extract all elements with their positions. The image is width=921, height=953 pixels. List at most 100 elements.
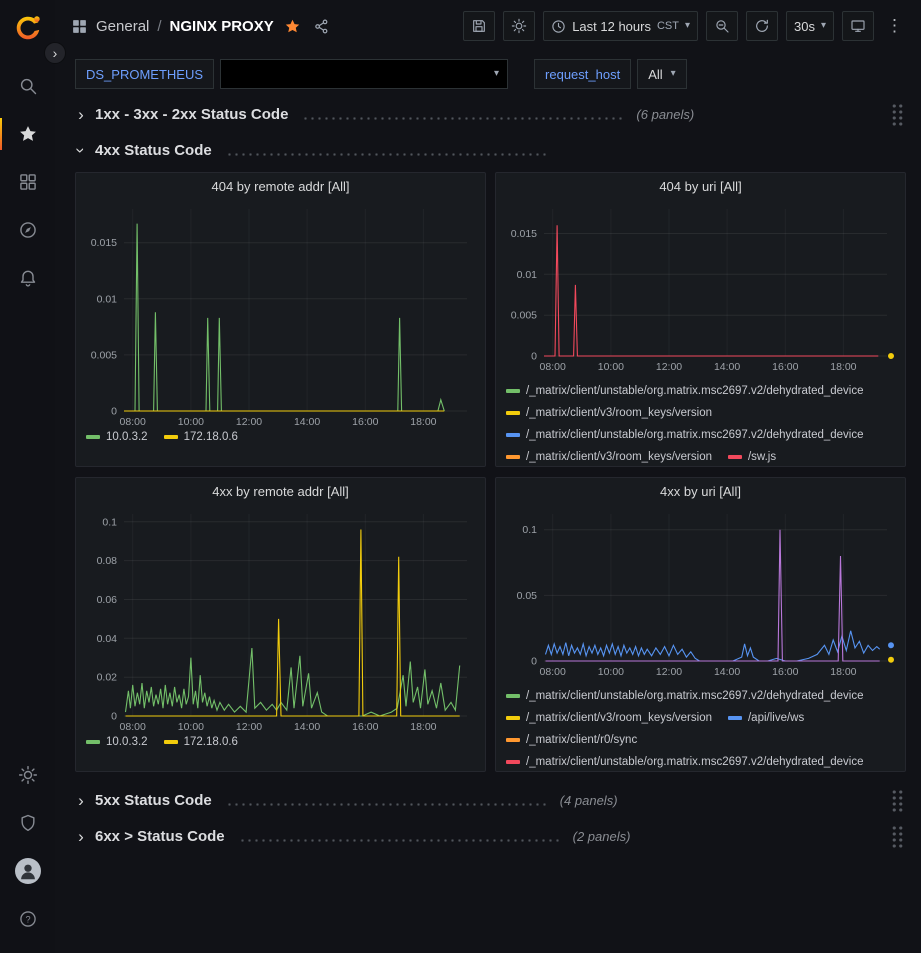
row-dotted-filler [226,803,546,806]
legend-series-marker [506,389,520,393]
legend-series-label: /_matrix/client/unstable/org.matrix.msc2… [526,380,864,402]
breadcrumb: General / NGINX PROXY [71,18,330,35]
sidebar-item-dashboards[interactable] [0,158,55,206]
favorite-star-icon[interactable] [284,18,301,35]
sidebar-item-help[interactable]: ? [0,895,55,943]
compass-icon [18,220,38,240]
chevron-right-icon: › [75,792,87,809]
legend-item[interactable]: 172.18.0.6 [164,431,238,443]
panel-title[interactable]: 4xx by uri [All] [496,478,905,506]
legend-item[interactable]: 172.18.0.6 [164,736,238,748]
row-panel-count: (4 panels) [560,793,618,808]
sidebar-item-server-admin[interactable] [0,799,55,847]
legend-item[interactable]: /_matrix/client/unstable/org.matrix.msc2… [506,751,864,771]
timezone-label: CST [657,20,679,32]
grafana-logo-icon[interactable] [8,8,48,48]
sidebar-item-search[interactable] [0,62,55,110]
legend-series-label: /_matrix/client/unstable/org.matrix.msc2… [526,751,864,771]
legend-item[interactable]: /api/live/ws [728,707,804,729]
legend-item[interactable]: /_matrix/client/unstable/org.matrix.msc2… [506,424,864,446]
row-1xx-3xx-2xx[interactable]: › 1xx - 3xx - 2xx Status Code (6 panels) [75,100,906,128]
legend-series-marker [506,760,520,764]
kiosk-mode-button[interactable] [842,11,874,41]
dashboard-settings-button[interactable] [503,11,535,41]
sidebar-item-configuration[interactable] [0,751,55,799]
svg-text:0.01: 0.01 [517,268,538,280]
legend-series-marker [506,411,520,415]
row-drag-handle[interactable] [891,789,904,812]
legend-series-marker [506,738,520,742]
legend-item[interactable]: /_matrix/client/v3/room_keys/version [506,707,712,729]
save-dashboard-button[interactable] [463,11,495,41]
refresh-interval-dropdown[interactable]: 30s ▾ [786,11,834,41]
row-drag-handle[interactable] [891,103,904,126]
topbar-actions: Last 12 hours CST ▾ 30s ▾ ⋮ [463,11,907,41]
breadcrumb-separator: / [157,18,161,35]
chevron-right-icon: › [75,828,87,845]
bell-icon [18,268,38,288]
chart-legend: 10.0.3.2 172.18.0.6 [76,734,485,748]
legend-item[interactable]: /_matrix/client/unstable/org.matrix.msc2… [506,685,864,707]
svg-text:10:00: 10:00 [178,721,204,733]
row-title: 4xx Status Code [95,142,212,159]
panel-404-by-remote-addr: 404 by remote addr [All] 08:0010:0012:00… [75,172,486,467]
breadcrumb-section[interactable]: General [96,18,149,35]
sidebar-item-alerting[interactable] [0,254,55,302]
request-host-variable-label[interactable]: request_host [534,59,631,89]
svg-text:0.01: 0.01 [97,293,118,305]
more-options-button[interactable]: ⋮ [882,16,907,36]
panel-title[interactable]: 404 by remote addr [All] [76,173,485,201]
share-icon[interactable] [313,18,330,35]
sidebar-item-starred[interactable] [0,110,55,158]
row-4xx[interactable]: › 4xx Status Code [75,136,906,164]
legend-item[interactable]: 10.0.3.2 [86,431,148,443]
legend-item[interactable]: /_matrix/client/unstable/org.matrix.msc2… [506,380,864,402]
svg-text:10:00: 10:00 [598,361,624,373]
legend-item[interactable]: /_matrix/client/v3/room_keys/version [506,402,712,424]
legend-series-marker [506,455,520,459]
refresh-button[interactable] [746,11,778,41]
timeseries-chart[interactable]: 08:0010:0012:0014:0016:0018:0000.0050.01… [504,201,897,374]
sidebar-item-profile[interactable] [0,847,55,895]
shield-icon [18,813,38,833]
dashboard-title[interactable]: NGINX PROXY [170,18,274,35]
caret-down-icon: ▾ [494,69,507,79]
timeseries-chart[interactable]: 08:0010:0012:0014:0016:0018:0000.020.040… [84,506,477,734]
svg-text:12:00: 12:00 [656,666,682,678]
sidebar-expand-button[interactable]: › [44,42,66,64]
legend-item[interactable]: /sw.js [728,446,776,466]
row-dotted-filler [239,839,559,842]
zoom-out-button[interactable] [706,11,738,41]
row-drag-handle[interactable] [891,825,904,848]
request-host-value: All [648,67,662,82]
top-navbar: General / NGINX PROXY [55,0,921,52]
sidebar-item-explore[interactable] [0,206,55,254]
legend-series-label: /_matrix/client/v3/room_keys/version [526,446,712,466]
timeseries-chart[interactable]: 08:0010:0012:0014:0016:0018:0000.050.1 [504,506,897,679]
request-host-value-select[interactable]: All ▾ [637,59,686,89]
datasource-variable-label[interactable]: DS_PROMETHEUS [75,59,214,89]
datasource-value-select[interactable]: ▾ [220,59,508,89]
row-6xx[interactable]: › 6xx > Status Code (2 panels) [75,822,906,850]
panel-title[interactable]: 4xx by remote addr [All] [76,478,485,506]
row-5xx[interactable]: › 5xx Status Code (4 panels) [75,786,906,814]
variables-bar: DS_PROMETHEUS ▾ request_host All ▾ [55,52,921,96]
svg-text:10:00: 10:00 [178,416,204,428]
sidebar: ? [0,0,55,953]
time-range-label: Last 12 hours [572,19,651,34]
legend-item[interactable]: /_matrix/client/r0/sync [506,729,637,751]
time-range-picker[interactable]: Last 12 hours CST ▾ [543,11,698,41]
svg-text:14:00: 14:00 [294,416,320,428]
legend-item[interactable]: /_matrix/client/v3/room_keys/version [506,446,712,466]
dashboards-grid-icon [18,172,38,192]
svg-text:0.06: 0.06 [97,594,118,606]
main-area: General / NGINX PROXY [55,0,921,953]
legend-series-label: /_matrix/client/r0/sync [526,729,637,751]
timeseries-chart[interactable]: 08:0010:0012:0014:0016:0018:0000.0050.01… [84,201,477,429]
row-panel-count: (6 panels) [636,107,694,122]
panel-title[interactable]: 404 by uri [All] [496,173,905,201]
chevron-right-icon: › [75,106,87,123]
svg-text:0.1: 0.1 [102,516,117,528]
legend-item[interactable]: 10.0.3.2 [86,736,148,748]
svg-text:18:00: 18:00 [410,721,436,733]
